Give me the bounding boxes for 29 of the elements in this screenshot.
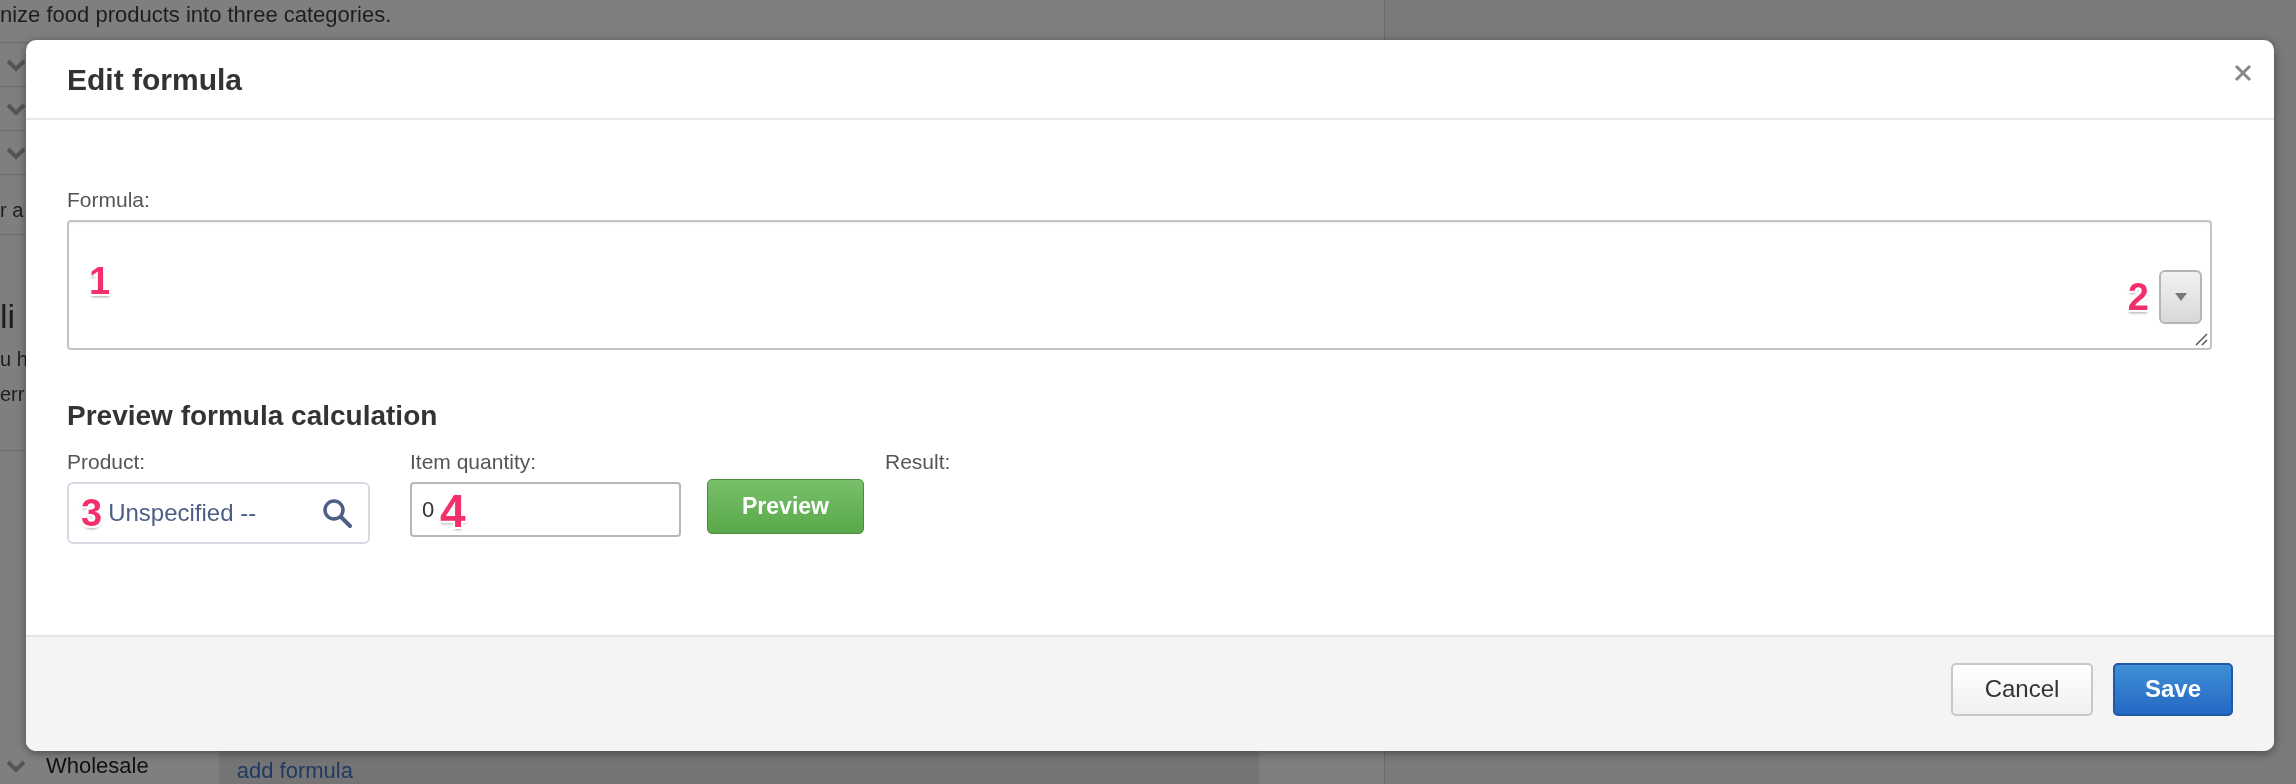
dropdown-button[interactable]	[2159, 270, 2202, 324]
callout-number: 4	[440, 488, 466, 534]
field-label: Formula:	[67, 188, 151, 212]
chevron-icon[interactable]	[6, 145, 26, 160]
product-picker[interactable]: 3 Unspecified --	[67, 482, 370, 544]
search-icon[interactable]	[322, 498, 352, 528]
chevron-icon[interactable]	[6, 57, 26, 72]
chevron-icon[interactable]	[6, 101, 26, 116]
field-label: Result:	[885, 450, 951, 474]
formula-field[interactable]: 1 2	[67, 220, 2212, 350]
save-button[interactable]: Save	[2113, 662, 2233, 716]
add-formula-link[interactable]: add formula	[236, 758, 353, 784]
text-fragment: r a	[0, 199, 24, 222]
callout-number: 3	[81, 494, 103, 532]
caret-icon	[2174, 293, 2187, 301]
row-name: Wholesale	[46, 753, 149, 779]
section-heading: Preview formula calculation	[67, 400, 439, 432]
resize-grip-icon[interactable]	[2194, 332, 2208, 346]
text-fragment: err	[0, 383, 26, 406]
callout-number: 2	[2127, 278, 2149, 316]
field-label: Item quantity:	[410, 450, 538, 474]
callout-number: 1	[89, 262, 111, 300]
heading-fragment: li	[0, 297, 17, 336]
close-icon[interactable]	[2234, 64, 2252, 82]
chevron-icon[interactable]	[6, 759, 26, 773]
field-label: Product:	[67, 450, 147, 474]
preview-button[interactable]: Preview	[707, 479, 864, 534]
cancel-button[interactable]: Cancel	[1951, 662, 2093, 716]
dialog-title: Edit formula	[67, 63, 242, 97]
